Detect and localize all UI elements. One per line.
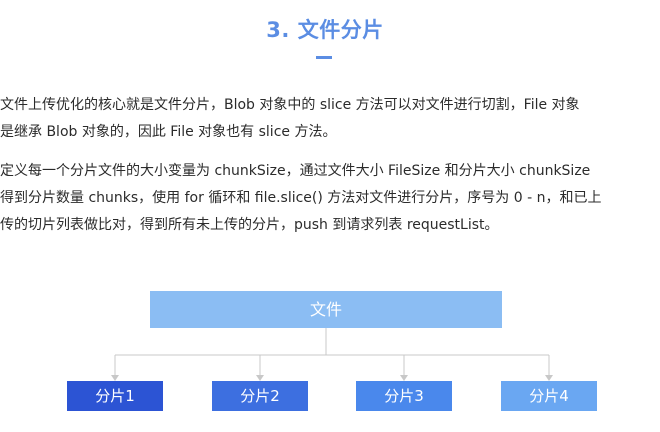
chunk-node-2: 分片2: [212, 381, 308, 411]
chunk-node-3: 分片3: [356, 381, 452, 411]
chunk-node-4: 分片4: [501, 381, 597, 411]
tree-connectors: [111, 328, 553, 381]
file-root-node: 文件: [150, 291, 502, 328]
chunk-node-1: 分片1: [67, 381, 163, 411]
